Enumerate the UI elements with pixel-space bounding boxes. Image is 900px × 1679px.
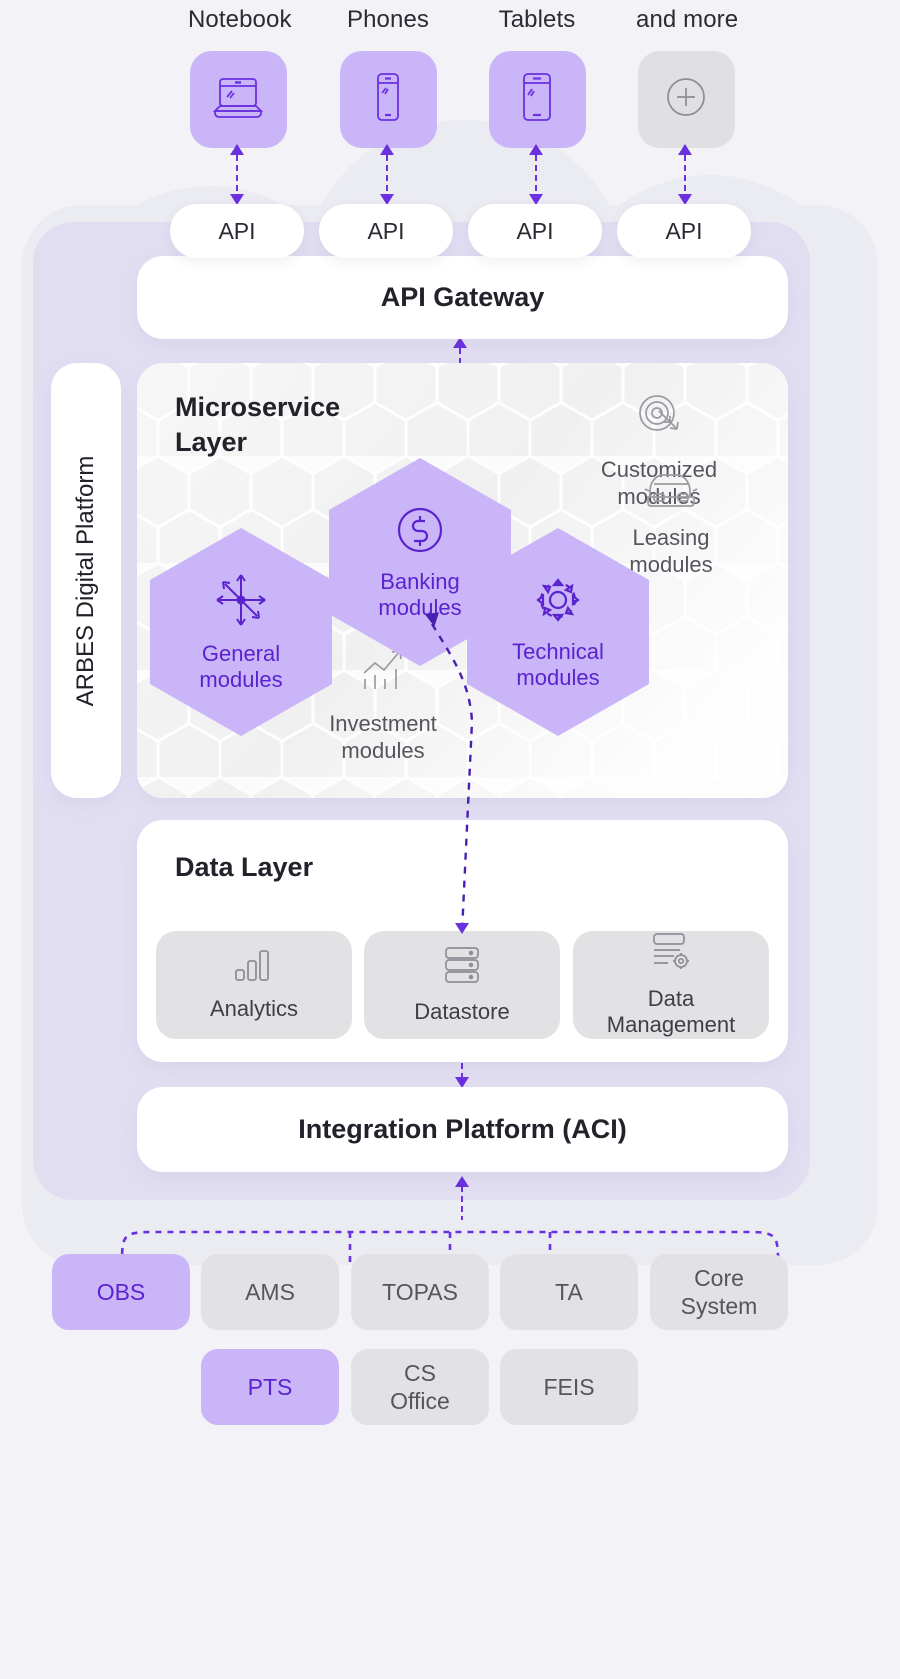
hex-label: General modules xyxy=(199,641,282,693)
system-label-line1: CS xyxy=(404,1360,436,1386)
nodes-arrows-icon xyxy=(212,571,270,634)
target-arrow-icon xyxy=(571,389,747,449)
device-tile-and-more[interactable] xyxy=(637,51,735,148)
tablet-icon xyxy=(513,71,561,128)
device-tile-phones[interactable] xyxy=(339,51,437,148)
data-box-label-line1: Data xyxy=(647,986,695,1011)
architecture-diagram: Notebook Phones Tablets and more API API… xyxy=(0,0,900,1679)
device-label: and more xyxy=(636,6,739,33)
api-pill-andmore[interactable]: API xyxy=(617,204,751,258)
arrow-tip-up xyxy=(230,144,244,155)
data-box-label-line2: Management xyxy=(606,1012,736,1037)
device-and-more[interactable]: and more xyxy=(636,6,739,148)
data-box-analytics[interactable]: Analytics xyxy=(156,931,352,1039)
integration-platform-card[interactable]: Integration Platform (ACI) xyxy=(137,1087,788,1172)
hex-label-line2: modules xyxy=(516,665,600,690)
gear-icon xyxy=(531,573,585,632)
system-label: OBS xyxy=(96,1279,146,1305)
arrow-tip-up xyxy=(380,144,394,155)
device-label: Tablets xyxy=(498,6,576,33)
arrow-technical-to-datastore xyxy=(430,623,474,932)
plus-circle-icon xyxy=(662,73,710,126)
arrow-tip-up xyxy=(678,144,692,155)
integration-platform-title: Integration Platform (ACI) xyxy=(298,1114,627,1144)
system-label-line2: System xyxy=(680,1293,758,1319)
soft-cell-label-line1: Leasing xyxy=(632,525,710,550)
microservice-title-line2: Layer xyxy=(175,427,248,457)
api-pill-phones[interactable]: API xyxy=(319,204,453,258)
system-label-line1: Core xyxy=(694,1265,744,1291)
hex-label-line2: modules xyxy=(199,667,283,692)
microservice-layer-title: Microservice Layer xyxy=(175,390,340,460)
car-icon xyxy=(583,467,759,517)
bar-chart-icon xyxy=(233,948,275,988)
system-label: TA xyxy=(555,1279,583,1305)
system-label-line2: Office xyxy=(390,1388,450,1414)
data-box-datastore[interactable]: Datastore xyxy=(364,931,560,1039)
data-box-label-line1: Analytics xyxy=(209,996,299,1021)
api-gateway-title: API Gateway xyxy=(380,282,545,312)
dollar-circle-icon xyxy=(393,503,447,562)
microservice-title-line1: Microservice xyxy=(175,392,341,422)
system-obs[interactable]: OBS xyxy=(52,1254,190,1330)
system-label: AMS xyxy=(245,1279,295,1305)
system-topas[interactable]: TOPAS xyxy=(351,1254,489,1330)
device-tile-tablets[interactable] xyxy=(488,51,586,148)
system-ta[interactable]: TA xyxy=(500,1254,638,1330)
device-label: Phones xyxy=(347,6,429,33)
hex-label: Technical modules xyxy=(512,639,604,691)
database-icon xyxy=(441,945,483,991)
system-cs-office[interactable]: CS Office xyxy=(351,1349,489,1425)
device-label: Notebook xyxy=(188,6,292,33)
device-phones[interactable]: Phones xyxy=(338,6,438,148)
phone-icon xyxy=(367,71,409,128)
arrow-tip-up xyxy=(529,144,543,155)
device-notebook[interactable]: Notebook xyxy=(188,6,292,148)
data-box-data-management[interactable]: Data Management xyxy=(573,931,769,1039)
api-gateway-card[interactable]: API Gateway xyxy=(137,256,788,339)
device-tablets[interactable]: Tablets xyxy=(487,6,587,148)
system-feis[interactable]: FEIS xyxy=(500,1349,638,1425)
system-label: PTS xyxy=(247,1374,293,1400)
laptop-icon xyxy=(211,74,265,125)
hex-label-line1: Technical xyxy=(512,639,604,664)
api-pill-tablets[interactable]: API xyxy=(468,204,602,258)
arbes-platform-label-card: ARBES Digital Platform xyxy=(51,363,121,798)
system-core-system[interactable]: Core System xyxy=(650,1254,788,1330)
system-ams[interactable]: AMS xyxy=(201,1254,339,1330)
arbes-platform-label: ARBES Digital Platform xyxy=(72,455,99,706)
device-tile-notebook[interactable] xyxy=(189,51,287,148)
system-pts[interactable]: PTS xyxy=(201,1349,339,1425)
system-label: FEIS xyxy=(543,1374,595,1400)
api-pill-notebook[interactable]: API xyxy=(170,204,304,258)
hex-label-line1: Banking xyxy=(380,569,460,594)
database-gear-icon xyxy=(650,932,692,978)
data-layer-title: Data Layer xyxy=(175,852,314,882)
arrow-tip-datastore xyxy=(455,923,469,934)
system-label: TOPAS xyxy=(382,1279,458,1305)
data-box-label-line1: Datastore xyxy=(414,999,510,1024)
hex-label-line1: General xyxy=(201,641,281,666)
